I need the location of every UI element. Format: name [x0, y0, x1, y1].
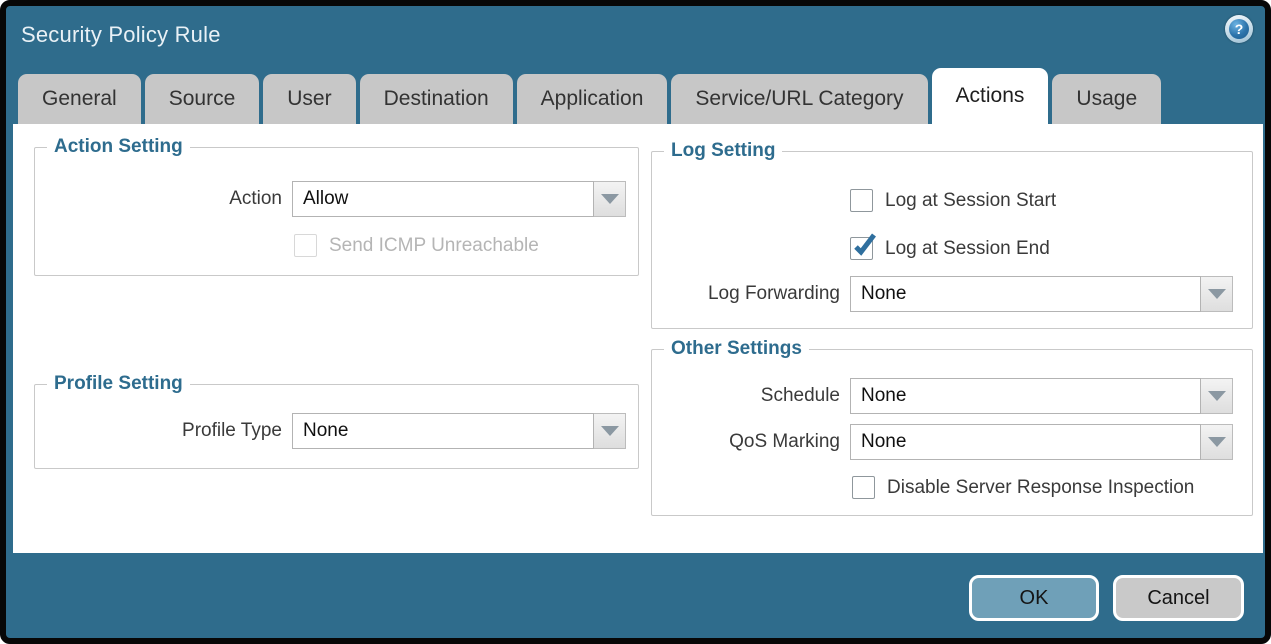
qos-marking-dropdown[interactable]: None [850, 424, 1233, 460]
log-session-end-row: Log at Session End [850, 237, 1252, 260]
dsri-label[interactable]: Disable Server Response Inspection [887, 477, 1194, 499]
tab-user[interactable]: User [263, 74, 355, 124]
chevron-down-icon [601, 194, 619, 204]
action-dropdown[interactable]: Allow [292, 181, 626, 217]
log-setting-legend: Log Setting [664, 140, 782, 162]
tab-usage[interactable]: Usage [1052, 74, 1161, 124]
cancel-button[interactable]: Cancel [1113, 575, 1244, 621]
chevron-down-icon [1208, 289, 1226, 299]
log-forwarding-dropdown-button[interactable] [1201, 276, 1233, 312]
schedule-dropdown-value: None [850, 378, 1201, 414]
other-settings-group: Other Settings Schedule None QoS Marking… [651, 349, 1253, 516]
title-bar: Security Policy Rule ? [6, 6, 1265, 64]
tab-application[interactable]: Application [517, 74, 668, 124]
log-session-start-row: Log at Session Start [850, 189, 1252, 212]
profile-setting-legend: Profile Setting [47, 373, 190, 395]
chevron-down-icon [601, 426, 619, 436]
tab-source[interactable]: Source [145, 74, 260, 124]
schedule-row: Schedule None [652, 378, 1252, 414]
profile-type-dropdown[interactable]: None [292, 413, 626, 449]
send-icmp-label: Send ICMP Unreachable [329, 235, 539, 257]
log-session-end-label[interactable]: Log at Session End [885, 238, 1050, 260]
help-icon-circle: ? [1229, 19, 1249, 39]
help-icon[interactable]: ? [1225, 15, 1253, 43]
action-label: Action [35, 188, 292, 210]
dialog-content: Action Setting Action Allow Send ICMP Un… [13, 124, 1263, 553]
profile-setting-group: Profile Setting Profile Type None [34, 384, 639, 469]
question-mark-glyph: ? [1235, 22, 1244, 36]
schedule-label: Schedule [652, 385, 850, 407]
log-session-end-checkbox[interactable] [850, 237, 873, 260]
qos-marking-dropdown-button[interactable] [1201, 424, 1233, 460]
tab-bar: General Source User Destination Applicat… [18, 68, 1161, 124]
profile-type-dropdown-button[interactable] [594, 413, 626, 449]
log-session-start-checkbox[interactable] [850, 189, 873, 212]
log-forwarding-dropdown-value: None [850, 276, 1201, 312]
log-setting-group: Log Setting Log at Session Start Log at … [651, 151, 1253, 329]
send-icmp-checkbox [294, 234, 317, 257]
other-settings-legend: Other Settings [664, 338, 809, 360]
log-forwarding-label: Log Forwarding [652, 283, 850, 305]
chevron-down-icon [1208, 437, 1226, 447]
profile-type-row: Profile Type None [35, 413, 638, 449]
security-policy-rule-dialog: Security Policy Rule ? General Source Us… [0, 0, 1271, 644]
chevron-down-icon [1208, 391, 1226, 401]
tab-actions[interactable]: Actions [932, 68, 1049, 124]
dialog-title: Security Policy Rule [21, 22, 221, 48]
tab-general[interactable]: General [18, 74, 141, 124]
schedule-dropdown[interactable]: None [850, 378, 1233, 414]
log-forwarding-row: Log Forwarding None [652, 276, 1252, 312]
log-forwarding-dropdown[interactable]: None [850, 276, 1233, 312]
action-row: Action Allow [35, 181, 638, 217]
action-setting-group: Action Setting Action Allow Send ICMP Un… [34, 147, 639, 276]
tab-destination[interactable]: Destination [360, 74, 513, 124]
schedule-dropdown-button[interactable] [1201, 378, 1233, 414]
qos-marking-dropdown-value: None [850, 424, 1201, 460]
log-session-start-label[interactable]: Log at Session Start [885, 190, 1056, 212]
action-dropdown-value: Allow [292, 181, 594, 217]
action-dropdown-button[interactable] [594, 181, 626, 217]
send-icmp-row: Send ICMP Unreachable [294, 234, 638, 257]
dsri-row: Disable Server Response Inspection [852, 476, 1252, 499]
profile-type-label: Profile Type [35, 420, 292, 442]
qos-marking-row: QoS Marking None [652, 424, 1252, 460]
tab-service-url-category[interactable]: Service/URL Category [671, 74, 927, 124]
profile-type-dropdown-value: None [292, 413, 594, 449]
dsri-checkbox[interactable] [852, 476, 875, 499]
action-setting-legend: Action Setting [47, 136, 190, 158]
qos-marking-label: QoS Marking [652, 431, 850, 453]
ok-button[interactable]: OK [969, 575, 1099, 621]
